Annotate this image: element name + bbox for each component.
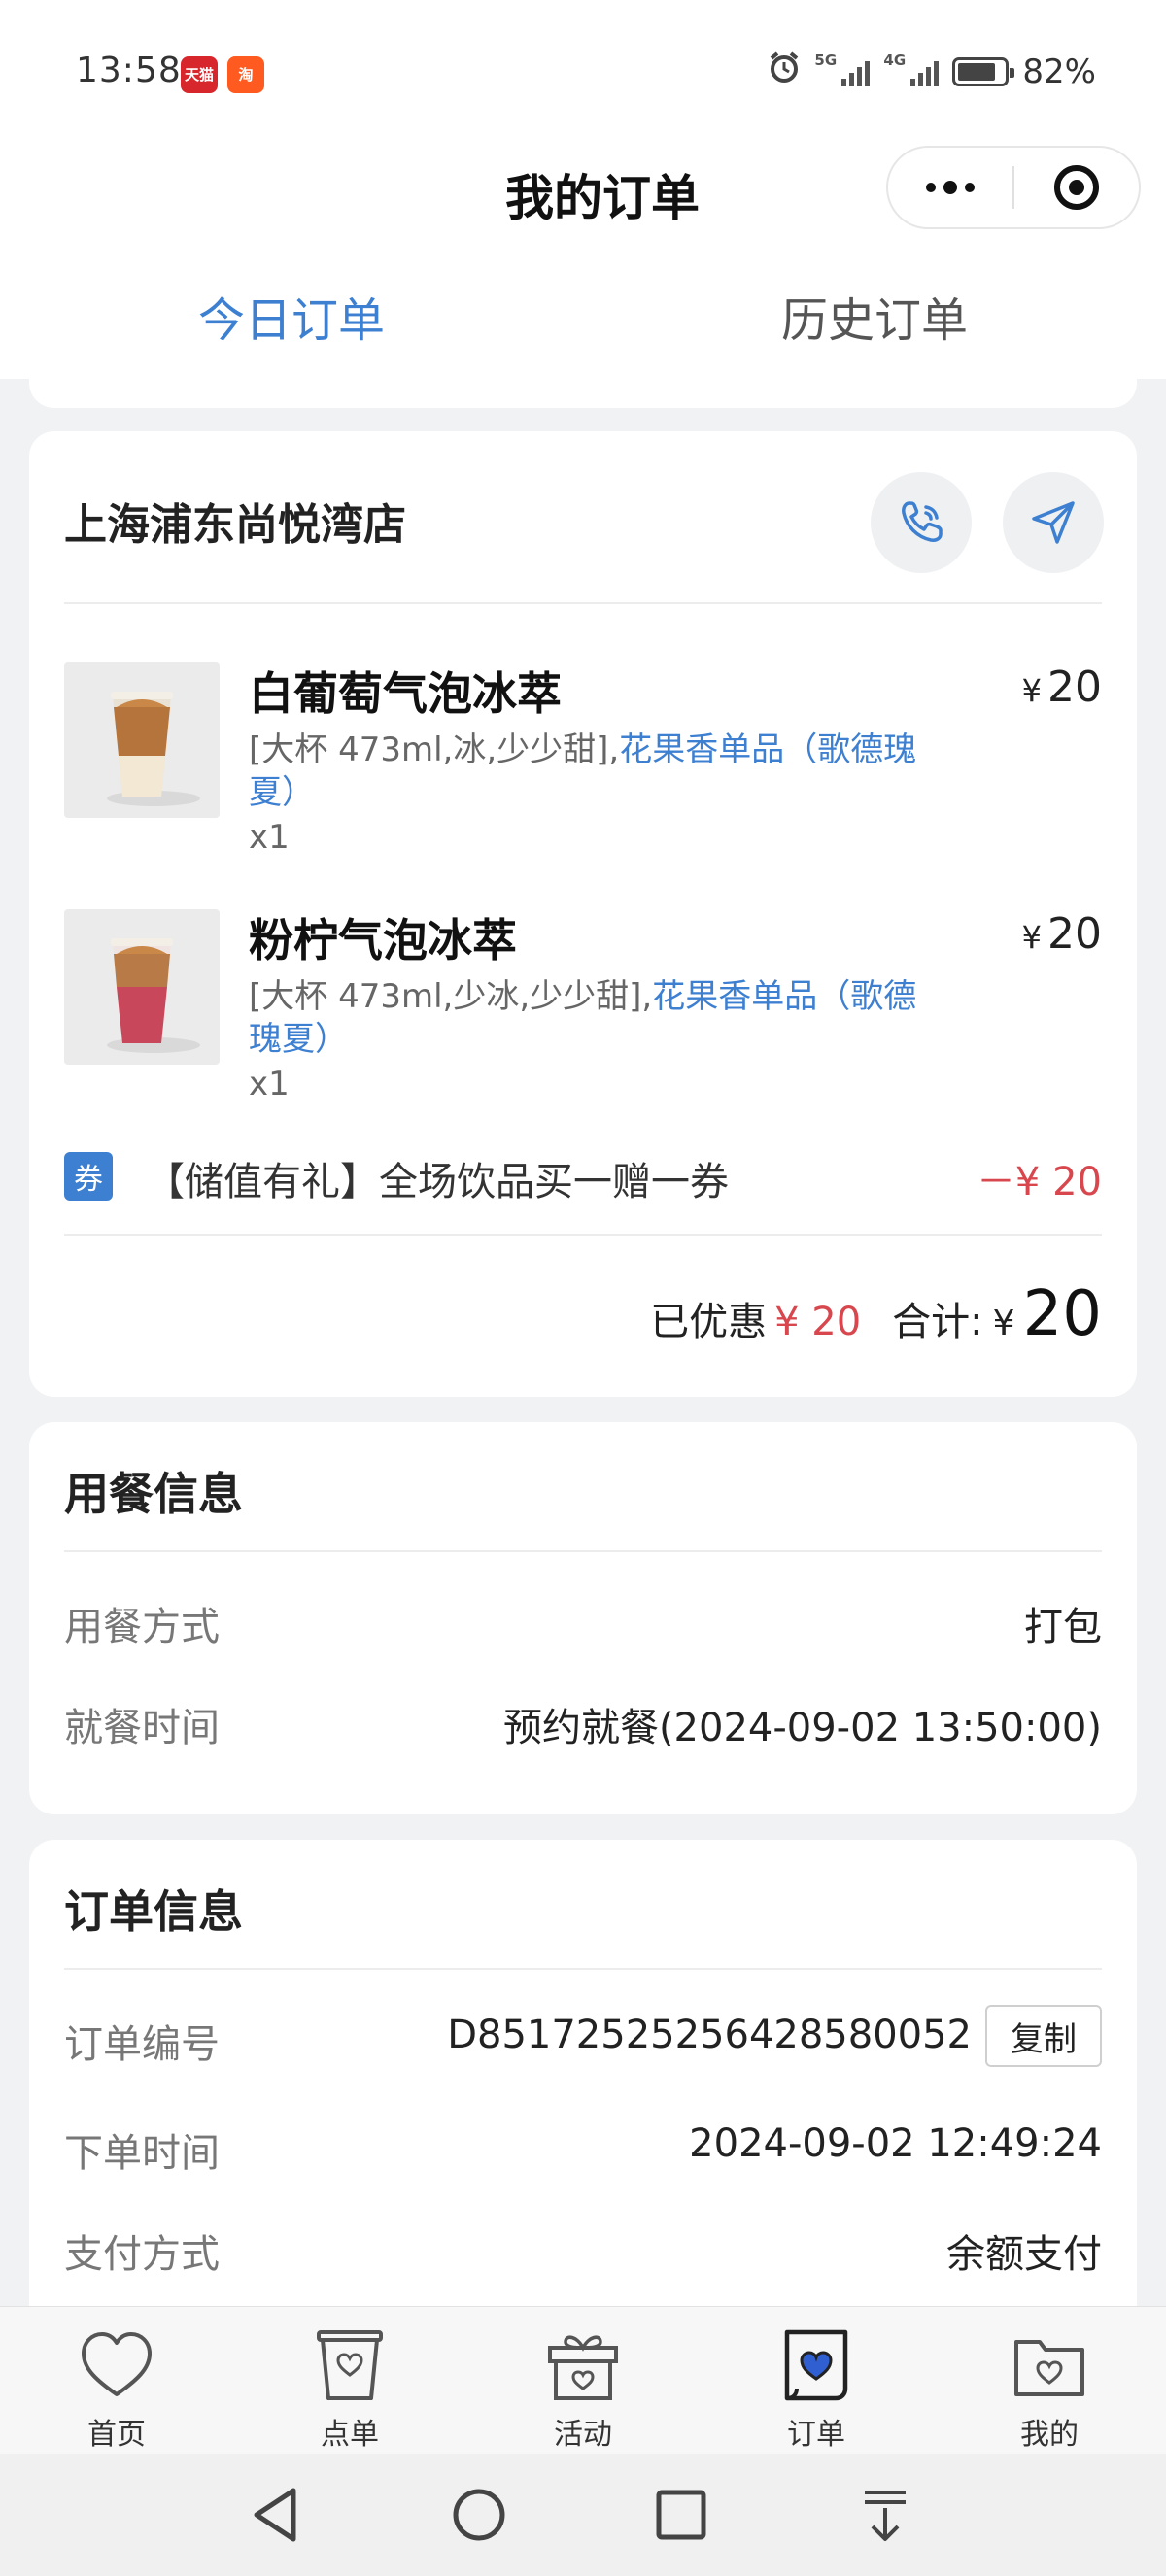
total-currency: ¥ [992,1304,1015,1343]
coupon-badge: 券 [64,1152,113,1201]
coupon-discount: －¥ 20 [976,1160,1102,1204]
order-items-card: 上海浦东尚悦湾店 白葡萄气泡冰萃 [大杯 473ml,冰,少少甜],花果香单品（… [29,431,1137,1397]
nav-item-home[interactable]: 首页 [0,2307,233,2455]
item-price: ¥20 [1021,662,1102,712]
bottom-tab-bar: 首页 点单 活动 订单 我的 [0,2306,1166,2454]
signal-5g-icon: 5G [814,51,871,86]
cup-icon [317,2330,383,2400]
navigate-to-store-button[interactable] [1003,472,1104,573]
phone-icon [902,501,943,542]
previous-card-edge [29,350,1137,408]
product-image [64,662,220,818]
alarm-icon [768,51,801,92]
info-row-order-time: 下单时间 2024-09-02 12:49:24 [64,2121,1102,2176]
call-store-button[interactable] [871,472,972,573]
navigate-icon [1032,501,1075,544]
item-name: 粉柠气泡冰萃 [249,914,517,966]
coupon-name: 【储值有礼】全场饮品买一赠一券 [146,1160,729,1204]
target-icon [1053,165,1099,210]
item-name: 白葡萄气泡冰萃 [249,667,562,720]
section-title: 用餐信息 [64,1468,243,1520]
product-image [64,909,220,1065]
nav-item-activities[interactable]: 活动 [466,2307,700,2455]
info-row-payment-method: 支付方式 余额支付 [64,2232,1102,2277]
mini-program-capsule [886,146,1141,229]
gift-icon [548,2335,618,2400]
back-icon[interactable] [243,2481,311,2549]
item-spec: [大杯 473ml,少冰,少少甜],花果香单品（歌德瑰夏） [249,977,917,1059]
divider [64,602,1102,604]
total-amount: 20 [1022,1278,1102,1350]
dining-info-card: 用餐信息 用餐方式 打包 就餐时间 预约就餐(2024-09-02 13:50:… [29,1422,1137,1814]
item-quantity: x1 [249,1065,290,1103]
section-title: 订单信息 [64,1885,243,1938]
taobao-app-icon: 淘 [227,56,264,93]
discount-label: 已优惠 [650,1300,768,1344]
info-row-dining-time: 就餐时间 预约就餐(2024-09-02 13:50:00) [64,1706,1102,1750]
divider [64,1550,1102,1552]
recent-apps-icon[interactable] [647,2481,715,2549]
notification-pulldown-icon[interactable] [851,2481,919,2549]
copy-order-number-button[interactable]: 复制 [985,2005,1102,2067]
status-bar: 13:58 天猫 淘 5G 4G 82% [0,0,1166,146]
total-label: 合计: [892,1300,983,1344]
divider [64,1234,1102,1236]
discount-value: ¥ 20 [774,1300,862,1344]
tmall-app-icon: 天猫 [181,56,218,93]
home-icon[interactable] [445,2481,513,2549]
order-number: D85172525256428580052 [447,2013,972,2057]
close-mini-program-button[interactable] [1014,148,1139,227]
order-icon [784,2329,848,2401]
battery-icon [952,56,1015,86]
status-indicators: 5G 4G 82% [768,51,1096,92]
nav-item-profile[interactable]: 我的 [933,2307,1166,2455]
tab-today-orders[interactable]: 今日订单 [146,282,437,350]
heart-icon [82,2332,152,2396]
system-navigation-bar [0,2454,1166,2576]
tab-history-orders[interactable]: 历史订单 [729,282,1020,350]
folder-icon [1014,2340,1084,2396]
divider [64,1968,1102,1970]
signal-4g-icon: 4G [883,51,940,86]
nav-item-order-drinks[interactable]: 点单 [233,2307,466,2455]
coupon-row: 券 【储值有礼】全场饮品买一赠一券 －¥ 20 [64,1146,1102,1204]
battery-percent: 82% [1022,51,1096,91]
order-item: 粉柠气泡冰萃 [大杯 473ml,少冰,少少甜],花果香单品（歌德瑰夏） x1 … [64,909,1102,1142]
status-time: 13:58 [76,51,182,90]
info-row-dining-mode: 用餐方式 打包 [64,1605,1102,1649]
header: 我的订单 今日订单 历史订单 [0,146,1166,379]
info-row-order-number: 订单编号 D85172525256428580052 复制 [64,2005,1102,2067]
order-item: 白葡萄气泡冰萃 [大杯 473ml,冰,少少甜],花果香单品（歌德瑰夏） x1 … [64,662,1102,896]
store-name: 上海浦东尚悦湾店 [64,500,406,550]
item-price: ¥20 [1021,909,1102,959]
nav-item-orders[interactable]: 订单 [700,2307,933,2455]
order-info-card: 订单信息 订单编号 D85172525256428580052 复制 下单时间 … [29,1840,1137,2345]
total-row: 已优惠 ¥ 20 合计: ¥ 20 [64,1272,1102,1350]
item-quantity: x1 [249,818,290,857]
more-options-button[interactable] [888,148,1012,227]
item-spec: [大杯 473ml,冰,少少甜],花果香单品（歌德瑰夏） [249,730,917,812]
